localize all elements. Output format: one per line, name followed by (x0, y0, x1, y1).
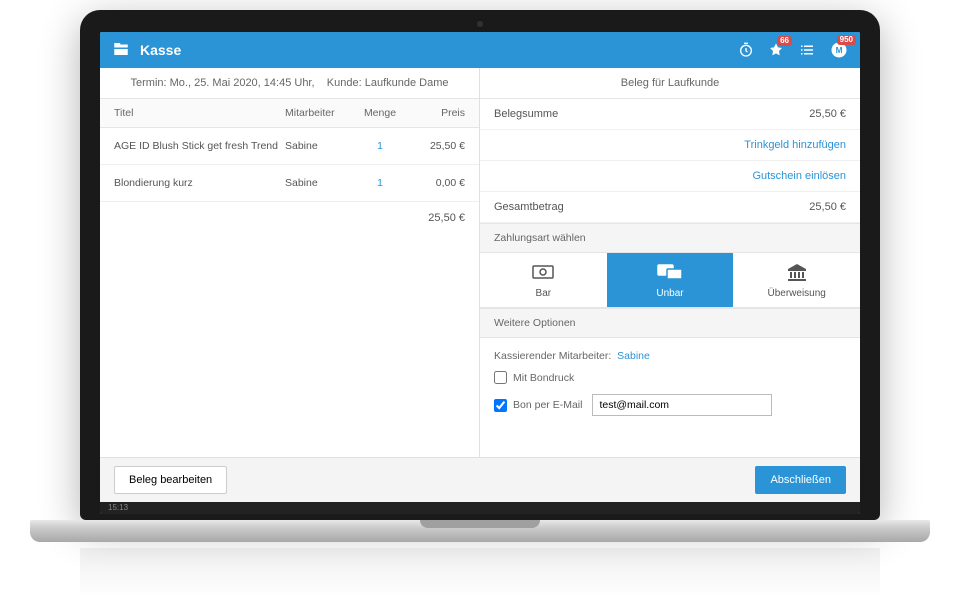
redeem-voucher-link[interactable]: Gutschein einlösen (752, 170, 846, 182)
payment-options: Bar Unbar Überweisung (480, 253, 860, 308)
customer-name: Laufkunde Dame (365, 77, 449, 89)
items-total-row: 25,50 € (100, 202, 479, 234)
finish-button[interactable]: Abschließen (755, 466, 846, 494)
total-label: Gesamtbetrag (494, 201, 564, 213)
bank-icon (786, 263, 808, 284)
subtotal-row: Belegsumme 25,50 € (480, 99, 860, 130)
customer-prefix: Kunde: (327, 77, 362, 89)
total-row: Gesamtbetrag 25,50 € (480, 192, 860, 223)
email-input[interactable] (592, 394, 772, 416)
user-badge: 950 (837, 35, 856, 45)
subtotal-value: 25,50 € (809, 108, 846, 120)
email-receipt-label: Bon per E-Mail (513, 399, 582, 411)
payment-option-transfer[interactable]: Überweisung (733, 253, 860, 307)
task-bar-time: 15:13 (108, 503, 128, 512)
payment-label: Überweisung (767, 288, 825, 299)
col-qty: Menge (355, 107, 405, 119)
notifications-icon[interactable]: 66 (768, 42, 784, 58)
item-title: Blondierung kurz (114, 177, 285, 189)
item-price: 25,50 € (405, 140, 465, 152)
svg-text:M: M (836, 46, 843, 55)
receipt-header: Beleg für Laufkunde (480, 68, 860, 99)
payment-option-noncash[interactable]: Unbar (607, 253, 734, 307)
notifications-badge: 66 (777, 36, 792, 46)
os-task-bar: 15:13 (100, 502, 860, 514)
receipt-items-panel: Termin: Mo., 25. Mai 2020, 14:45 Uhr, Ku… (100, 68, 480, 457)
item-price: 0,00 € (405, 177, 465, 189)
card-icon (657, 263, 683, 284)
col-price: Preis (405, 107, 465, 119)
timer-icon[interactable] (738, 42, 754, 58)
footer-bar: Beleg bearbeiten Abschließen (100, 457, 860, 502)
app-header: Kasse 66 M 950 (100, 32, 860, 68)
cashier-row: Kassierender Mitarbeiter: Sabine (494, 346, 846, 366)
item-title: AGE ID Blush Stick get fresh Trend (114, 140, 285, 152)
edit-receipt-button[interactable]: Beleg bearbeiten (114, 466, 227, 494)
payment-method-label: Zahlungsart wählen (480, 223, 860, 253)
item-qty[interactable]: 1 (355, 140, 405, 152)
total-value: 25,50 € (428, 212, 465, 224)
table-row[interactable]: AGE ID Blush Stick get fresh Trend Sabin… (100, 128, 479, 165)
cashier-name[interactable]: Sabine (617, 350, 650, 362)
appointment-prefix: Termin: (131, 77, 167, 89)
subtotal-label: Belegsumme (494, 108, 558, 120)
item-employee: Sabine (285, 140, 355, 152)
item-qty[interactable]: 1 (355, 177, 405, 189)
page-title: Kasse (140, 42, 181, 58)
appointment-header: Termin: Mo., 25. Mai 2020, 14:45 Uhr, Ku… (100, 68, 479, 99)
menu-list-icon[interactable] (798, 41, 816, 59)
cash-icon (531, 263, 555, 284)
table-row[interactable]: Blondierung kurz Sabine 1 0,00 € (100, 165, 479, 202)
print-receipt-checkbox[interactable] (494, 371, 507, 384)
add-tip-link[interactable]: Trinkgeld hinzufügen (744, 139, 846, 151)
item-employee: Sabine (285, 177, 355, 189)
cashier-label: Kassierender Mitarbeiter: (494, 350, 611, 362)
items-table-header: Titel Mitarbeiter Menge Preis (100, 99, 479, 128)
email-receipt-checkbox[interactable] (494, 399, 507, 412)
total-value: 25,50 € (809, 201, 846, 213)
appointment-time: Mo., 25. Mai 2020, 14:45 Uhr, (170, 77, 315, 89)
payment-option-cash[interactable]: Bar (480, 253, 607, 307)
cash-register-icon (112, 40, 130, 61)
col-employee: Mitarbeiter (285, 107, 355, 119)
col-title: Titel (114, 107, 285, 119)
payment-label: Unbar (656, 288, 683, 299)
payment-label: Bar (536, 288, 552, 299)
receipt-summary-panel: Beleg für Laufkunde Belegsumme 25,50 € T… (480, 68, 860, 457)
user-avatar-icon[interactable]: M 950 (830, 41, 848, 59)
print-receipt-label: Mit Bondruck (513, 372, 574, 384)
more-options-label: Weitere Optionen (480, 308, 860, 338)
